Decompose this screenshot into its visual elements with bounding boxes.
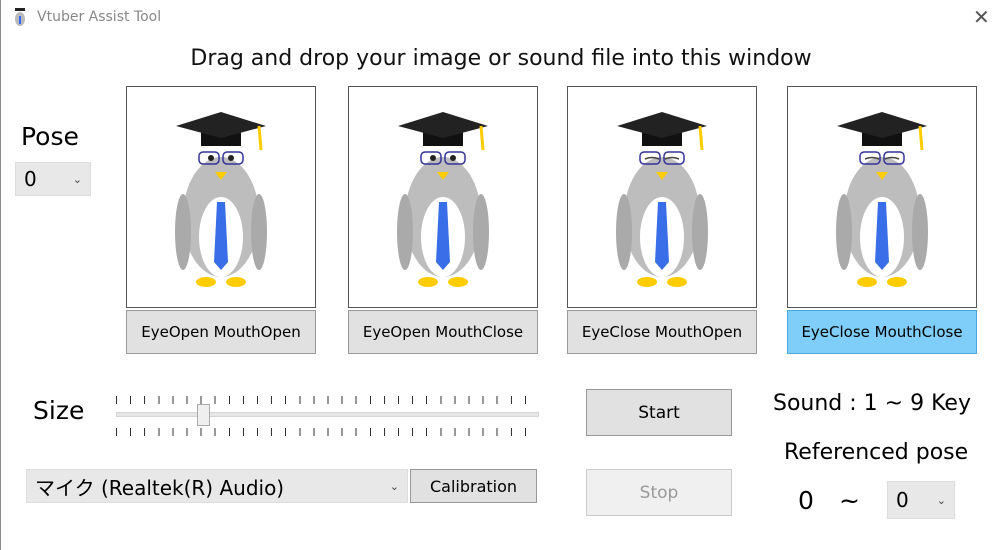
audio-device-select[interactable]: マイク (Realtek(R) Audio) ⌄ — [26, 469, 408, 503]
referenced-pose-to-value: 0 — [896, 488, 909, 512]
pose-label: Pose — [21, 122, 79, 151]
size-slider[interactable] — [116, 404, 539, 426]
chevron-down-icon: ⌄ — [389, 479, 399, 493]
sound-key-label: Sound : 1 ~ 9 Key — [773, 391, 971, 416]
pose-image-panel[interactable] — [348, 86, 538, 308]
referenced-pose-from: 0 — [798, 486, 814, 515]
pose-image-panel[interactable] — [126, 86, 316, 308]
drop-instruction: Drag and drop your image or sound file i… — [190, 46, 812, 71]
pose-button[interactable]: EyeClose MouthOpen — [567, 310, 757, 354]
penguin-image — [836, 112, 928, 287]
size-slider-thumb[interactable] — [197, 404, 210, 426]
calibration-button[interactable]: Calibration — [410, 469, 537, 503]
penguin-image — [175, 112, 267, 287]
penguin-image — [616, 112, 708, 287]
size-label: Size — [33, 396, 85, 425]
stop-button[interactable]: Stop — [586, 469, 732, 516]
app-icon — [15, 8, 25, 26]
chevron-down-icon: ⌄ — [936, 493, 946, 507]
slider-ticks-top — [116, 396, 539, 404]
penguin-image — [397, 112, 489, 287]
title-bar: Vtuber Assist Tool ✕ — [1, 0, 1000, 36]
pose-select[interactable]: 0 ⌄ — [15, 162, 91, 196]
pose-value: 0 — [24, 167, 37, 191]
audio-device-value: マイク (Realtek(R) Audio) — [35, 475, 285, 500]
slider-ticks-bottom — [116, 428, 539, 436]
pose-button[interactable]: EyeClose MouthClose — [787, 310, 977, 354]
referenced-pose-label: Referenced pose — [784, 440, 969, 465]
range-tilde: ~ — [839, 486, 860, 515]
pose-image-panel[interactable] — [567, 86, 757, 308]
window-title: Vtuber Assist Tool — [37, 9, 162, 25]
pose-button[interactable]: EyeOpen MouthOpen — [126, 310, 316, 354]
referenced-pose-to-select[interactable]: 0 ⌄ — [887, 481, 955, 519]
chevron-down-icon: ⌄ — [72, 172, 82, 186]
start-button[interactable]: Start — [586, 389, 732, 436]
close-icon[interactable]: ✕ — [973, 5, 990, 29]
pose-button[interactable]: EyeOpen MouthClose — [348, 310, 538, 354]
pose-image-panel[interactable] — [787, 86, 977, 308]
